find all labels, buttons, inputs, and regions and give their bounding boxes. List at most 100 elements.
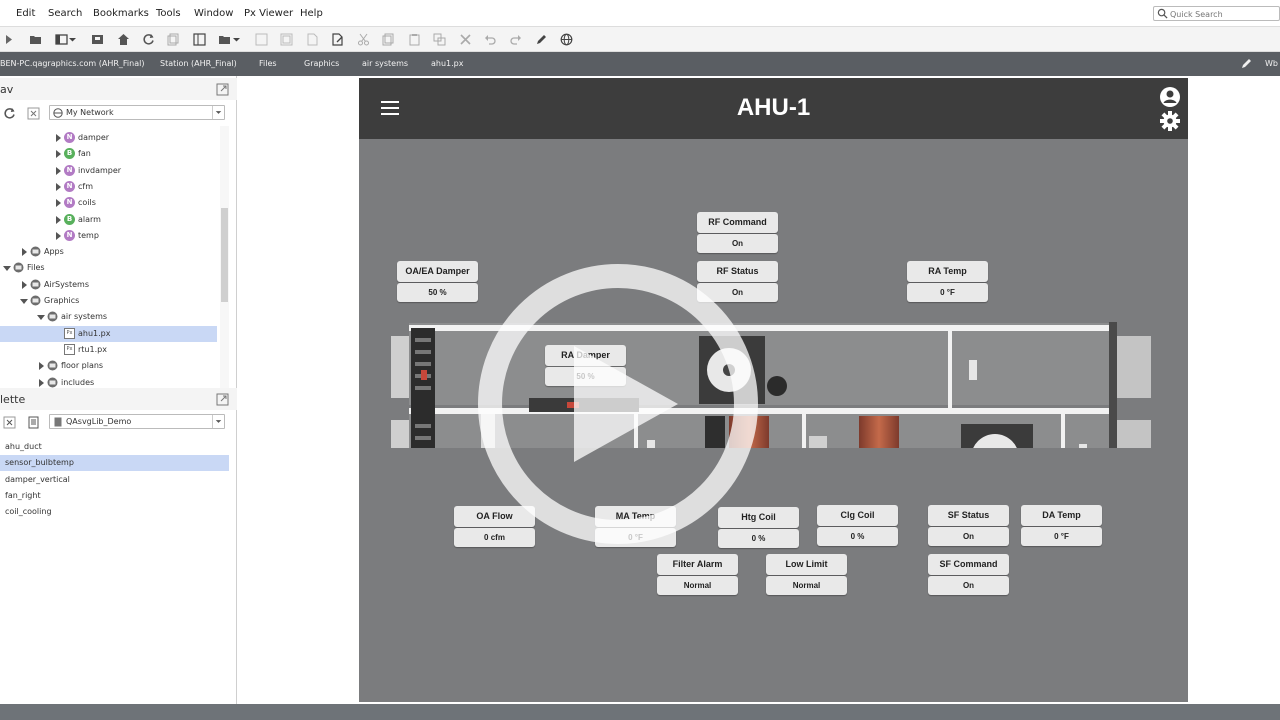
- sf-command-value[interactable]: On: [928, 576, 1009, 595]
- palette-item[interactable]: ahu_duct: [0, 439, 229, 455]
- delete-icon[interactable]: [459, 33, 472, 46]
- nav-tree-scrollbar[interactable]: [220, 126, 229, 388]
- palette-item[interactable]: coil_cooling: [0, 504, 229, 520]
- expand-right-icon[interactable]: [54, 231, 62, 240]
- home-icon[interactable]: [117, 33, 130, 46]
- folder-icon[interactable]: [218, 33, 231, 46]
- paste-icon[interactable]: [408, 33, 421, 46]
- network-select[interactable]: My Network: [49, 105, 225, 120]
- chevron-down-icon[interactable]: [68, 33, 77, 46]
- play-forward-icon[interactable]: [3, 33, 16, 46]
- save-disabled-icon[interactable]: [255, 33, 268, 46]
- palette-item[interactable]: sensor_bulbtemp: [0, 455, 229, 472]
- tree-item[interactable]: Px ahu1.px: [0, 325, 217, 342]
- refresh-icon[interactable]: [3, 107, 16, 120]
- main-toolbar: [0, 27, 1280, 52]
- pane-popout-icon[interactable]: [216, 393, 229, 406]
- tree-item[interactable]: Balarm: [0, 212, 217, 228]
- filter-alarm-value[interactable]: Normal: [657, 576, 738, 595]
- expand-right-icon[interactable]: [54, 215, 62, 224]
- tree-item[interactable]: Graphics: [0, 293, 217, 309]
- menu-help[interactable]: Help: [300, 8, 323, 19]
- oa-ea-damper-value[interactable]: 50 %: [397, 283, 478, 302]
- tree-item[interactable]: air systems: [0, 309, 217, 325]
- nav-tree-scroll-thumb[interactable]: [221, 208, 228, 302]
- close-icon[interactable]: [27, 107, 40, 120]
- cut-icon[interactable]: [357, 33, 370, 46]
- expand-down-icon[interactable]: [37, 313, 45, 321]
- export-icon[interactable]: [306, 33, 319, 46]
- expand-right-icon[interactable]: [37, 378, 45, 387]
- menu-bookmarks[interactable]: Bookmarks: [93, 8, 149, 19]
- menu-search[interactable]: Search: [48, 8, 82, 19]
- breadcrumb-station-host[interactable]: BEN-PC.qagraphics.com (AHR_Final): [0, 59, 144, 68]
- expand-right-icon[interactable]: [54, 150, 62, 159]
- close-icon[interactable]: [3, 416, 16, 429]
- refresh-icon[interactable]: [142, 33, 155, 46]
- gear-icon[interactable]: [1159, 110, 1181, 132]
- open-folder-icon[interactable]: [29, 33, 42, 46]
- palette-library-select[interactable]: QAsvgLib_Demo: [49, 414, 225, 429]
- tree-item[interactable]: includes: [0, 375, 217, 389]
- breadcrumb-air-systems[interactable]: air systems: [362, 59, 408, 68]
- side-bar-icon[interactable]: [193, 33, 206, 46]
- pencil-icon[interactable]: [535, 33, 548, 46]
- breadcrumb-station[interactable]: Station (AHR_Final): [160, 59, 237, 68]
- low-limit-value[interactable]: Normal: [766, 576, 847, 595]
- expand-down-icon[interactable]: [3, 264, 11, 272]
- menu-edit[interactable]: Edit: [16, 8, 35, 19]
- quick-search-input[interactable]: [1170, 8, 1278, 20]
- expand-down-icon[interactable]: [20, 297, 28, 305]
- tree-item[interactable]: AirSystems: [0, 277, 217, 293]
- chevron-down-icon[interactable]: [232, 33, 241, 46]
- breadcrumb-files[interactable]: Files: [259, 59, 277, 68]
- expand-right-icon[interactable]: [54, 199, 62, 208]
- menu-tools[interactable]: Tools: [156, 8, 181, 19]
- expand-right-icon[interactable]: [54, 166, 62, 175]
- ra-temp-value[interactable]: 0 °F: [907, 283, 988, 302]
- palette-item[interactable]: fan_right: [0, 488, 229, 504]
- breadcrumb-graphics[interactable]: Graphics: [304, 59, 339, 68]
- search-icon: [1157, 8, 1168, 19]
- tree-item[interactable]: Bfan: [0, 146, 217, 162]
- tree-item[interactable]: Ninvdamper: [0, 163, 217, 179]
- copy-page-icon[interactable]: [167, 33, 180, 46]
- tree-item[interactable]: Px rtu1.px: [0, 342, 217, 358]
- user-account-icon[interactable]: [1159, 86, 1181, 108]
- tree-item[interactable]: Ncoils: [0, 195, 217, 211]
- quick-search-box[interactable]: [1153, 6, 1280, 21]
- da-temp-value[interactable]: 0 °F: [1021, 527, 1102, 546]
- breadcrumb-ahu1[interactable]: ahu1.px: [431, 59, 464, 68]
- redo-icon[interactable]: [509, 33, 522, 46]
- tree-item[interactable]: Files: [0, 260, 217, 276]
- expand-right-icon[interactable]: [20, 280, 28, 289]
- tree-item[interactable]: Ndamper: [0, 130, 217, 146]
- save-all-icon[interactable]: [280, 33, 293, 46]
- window-layout-icon[interactable]: [55, 33, 68, 46]
- menu-px-viewer[interactable]: Px Viewer: [244, 8, 293, 19]
- duplicate-icon[interactable]: [433, 33, 446, 46]
- expand-right-icon[interactable]: [54, 182, 62, 191]
- edit-document-icon[interactable]: [331, 33, 344, 46]
- clg-coil-value[interactable]: 0 %: [817, 527, 898, 546]
- play-button-icon[interactable]: [478, 264, 758, 544]
- tree-item[interactable]: Ntemp: [0, 228, 217, 244]
- tree-item[interactable]: floor plans: [0, 358, 217, 374]
- tree-item[interactable]: Ncfm: [0, 179, 217, 195]
- expand-right-icon[interactable]: [37, 362, 45, 371]
- pane-popout-icon[interactable]: [216, 83, 229, 96]
- sf-status-value[interactable]: On: [928, 527, 1009, 546]
- rf-command-value[interactable]: On: [697, 234, 778, 253]
- palette-item[interactable]: damper_vertical: [0, 472, 229, 488]
- tree-item[interactable]: Apps: [0, 244, 217, 260]
- copy-icon[interactable]: [382, 33, 395, 46]
- globe-icon[interactable]: [560, 33, 573, 46]
- edit-pencil-icon[interactable]: [1240, 57, 1253, 70]
- expand-right-icon[interactable]: [20, 248, 28, 257]
- menu-window[interactable]: Window: [194, 8, 233, 19]
- undo-icon[interactable]: [484, 33, 497, 46]
- save-icon[interactable]: [91, 33, 104, 46]
- open-palette-icon[interactable]: [27, 416, 40, 429]
- locator-bar: BEN-PC.qagraphics.com (AHR_Final) Statio…: [0, 52, 1280, 76]
- expand-right-icon[interactable]: [54, 134, 62, 142]
